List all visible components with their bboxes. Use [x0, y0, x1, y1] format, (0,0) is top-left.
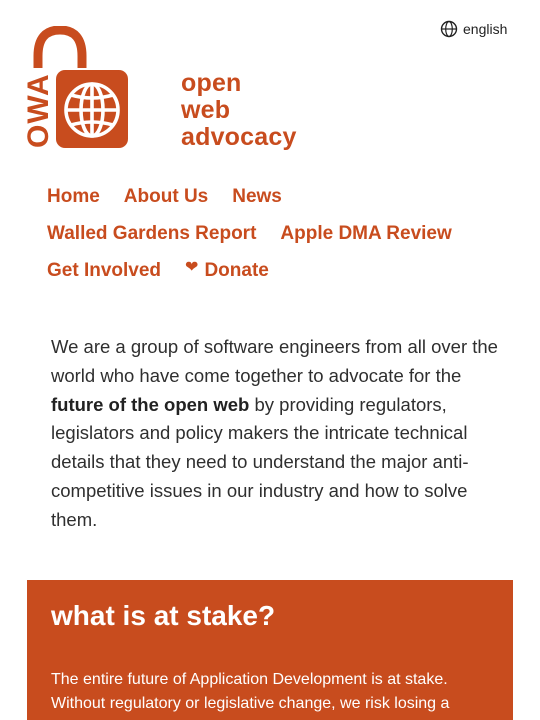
nav-apple-dma-review[interactable]: Apple DMA Review	[280, 223, 451, 245]
intro-emphasis: future of the open web	[51, 393, 250, 415]
what-is-at-stake-section: what is at stake? The entire future of A…	[27, 580, 513, 720]
nav-donate-label: Donate	[204, 259, 269, 281]
nav-row: Get Involved ❤ Donate	[47, 252, 517, 289]
nav-home[interactable]: Home	[47, 186, 100, 208]
nav-donate[interactable]: ❤ Donate	[185, 258, 269, 282]
nav-walled-gardens-report[interactable]: Walled Gardens Report	[47, 223, 256, 245]
nav-row: Home About Us News	[47, 178, 517, 215]
heart-icon: ❤	[185, 258, 199, 276]
owa-logo[interactable]: OWA	[22, 25, 130, 155]
intro-text-before: We are a group of software engineers fro…	[51, 336, 498, 386]
brand-line-advocacy: advocacy	[181, 123, 297, 151]
section-body: The entire future of Application Develop…	[51, 671, 450, 712]
brand-line-web: web	[181, 96, 231, 124]
section-title: what is at stake?	[51, 600, 276, 631]
language-selector[interactable]: english	[440, 20, 507, 38]
nav-about-us[interactable]: About Us	[124, 186, 208, 208]
main-navigation: Home About Us News Walled Gardens Report…	[47, 178, 517, 289]
intro-paragraph: We are a group of software engineers fro…	[51, 333, 501, 535]
language-label: english	[463, 21, 508, 37]
brand-wordmark: open web advocacy	[181, 70, 297, 151]
nav-row: Walled Gardens Report Apple DMA Review	[47, 215, 517, 252]
brand-line-open: open	[181, 69, 242, 97]
nav-news[interactable]: News	[232, 186, 282, 208]
logo-letters: OWA	[24, 73, 55, 148]
globe-icon	[440, 20, 458, 38]
nav-get-involved[interactable]: Get Involved	[47, 260, 161, 282]
